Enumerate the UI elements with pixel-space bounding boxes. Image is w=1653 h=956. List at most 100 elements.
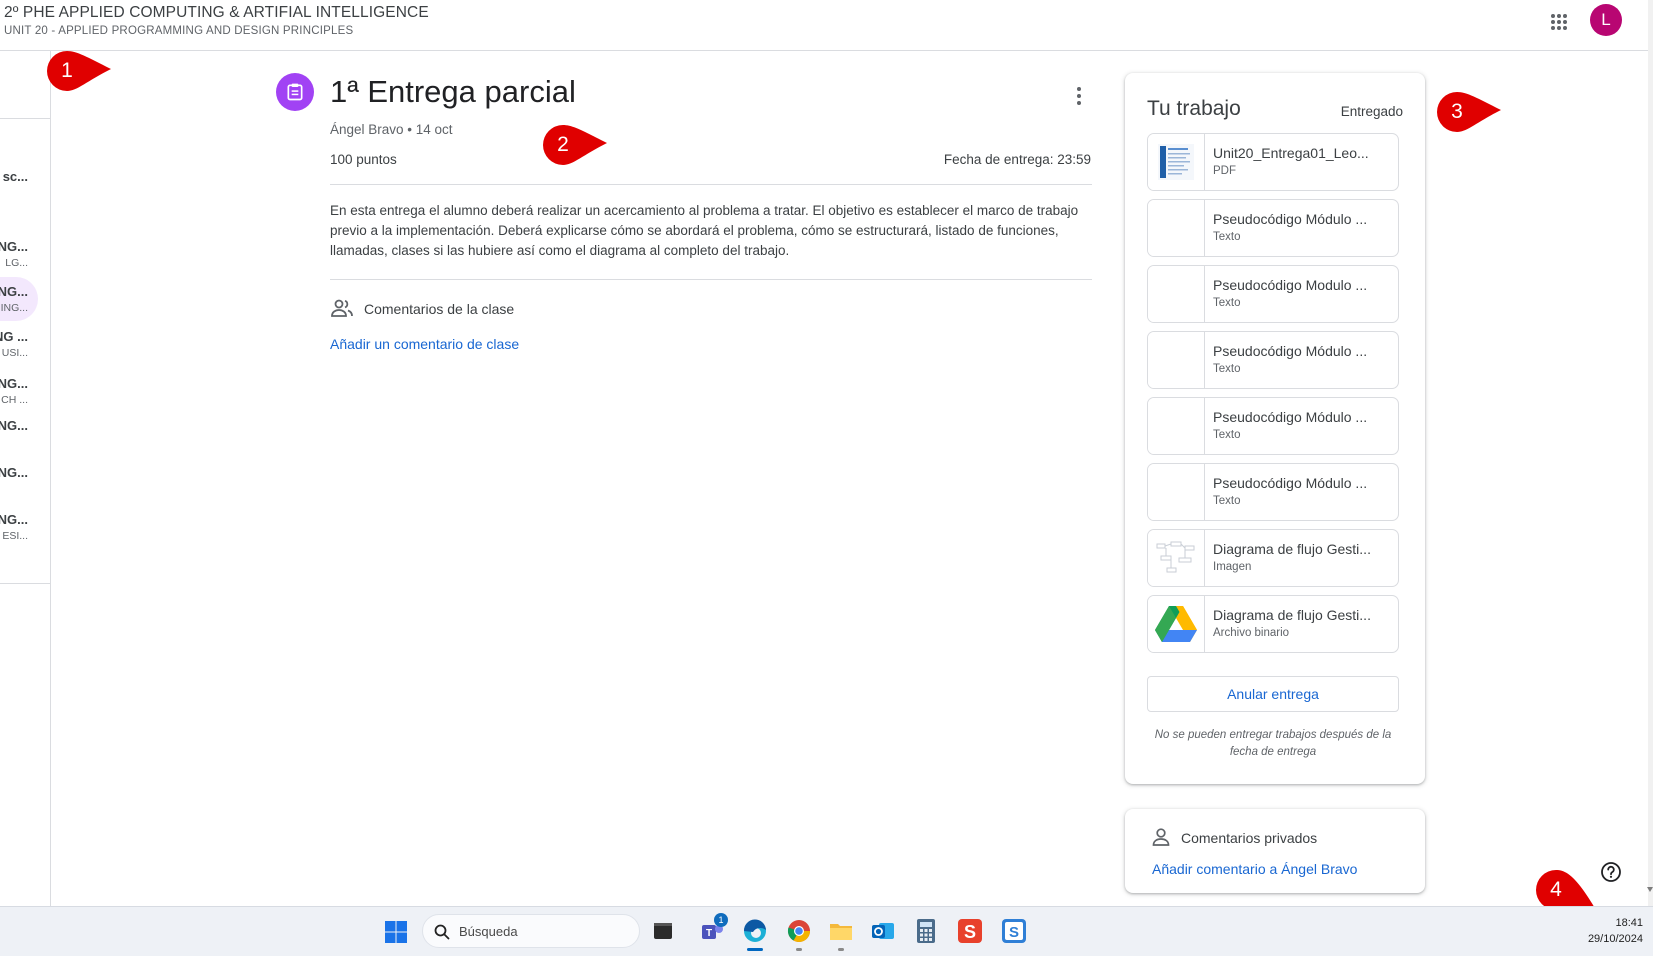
sidebar-item-label: NG... [0, 465, 28, 480]
class-comments-header: Comentarios de la clase [330, 298, 514, 320]
app-s-red-icon[interactable]: S [955, 916, 985, 946]
sidebar-item-sublabel: USI... [1, 347, 28, 359]
attachment-item[interactable]: Diagrama de flujo Gesti... Archivo binar… [1147, 595, 1399, 653]
sidebar-item-sublabel: ING... [0, 302, 28, 314]
sidebar-divider [0, 583, 50, 584]
attachment-name: Pseudocódigo Módulo ... [1213, 343, 1368, 359]
attachment-item[interactable]: Pseudocódigo Módulo ... Texto [1147, 397, 1399, 455]
marker-label: 3 [1451, 100, 1463, 123]
sidebar-item-label: NG... [0, 512, 28, 527]
attachment-name: Unit20_Entrega01_Leo... [1213, 145, 1369, 161]
class-comments-label: Comentarios de la clase [364, 301, 515, 317]
course-title[interactable]: 2º PHE APPLIED COMPUTING & ARTIFIAL INTE… [4, 4, 429, 22]
attachment-item[interactable]: Pseudocódigo Módulo ... Texto [1147, 463, 1399, 521]
attachment-item[interactable]: Diagrama de flujo Gesti... Imagen [1147, 529, 1399, 587]
help-icon[interactable] [1600, 861, 1622, 883]
clock-date: 29/10/2024 [1587, 933, 1643, 945]
assignment-due-date: Fecha de entrega: 23:59 [943, 152, 1091, 167]
running-app-indicator [838, 948, 844, 951]
unsubmit-button[interactable]: Anular entrega [1147, 676, 1399, 712]
sidebar-item-1[interactable]: sc... [0, 169, 50, 189]
classroom-page: 2º PHE APPLIED COMPUTING & ARTIFIAL INTE… [0, 0, 1653, 956]
divider [330, 279, 1092, 280]
annotation-marker-2: 2 [543, 125, 607, 165]
sidebar-item-label: NG... [0, 239, 28, 254]
taskbar-search[interactable]: Búsqueda [422, 914, 640, 948]
sidebar-item-sublabel: ESI... [2, 530, 28, 542]
app-s-blue-icon[interactable]: S [999, 916, 1029, 946]
people-icon [330, 298, 354, 321]
sidebar-item-label: sc... [2, 169, 28, 184]
image-thumbnail [1148, 530, 1205, 586]
pdf-thumbnail [1148, 134, 1205, 190]
sidebar-item-8[interactable]: NG... ESI... [0, 505, 50, 549]
attachment-item[interactable]: Pseudocódigo Módulo ... Texto [1147, 331, 1399, 389]
terminal-icon[interactable] [648, 916, 678, 946]
sidebar-item-label: NG ... [0, 329, 28, 344]
attachment-name: Diagrama de flujo Gesti... [1213, 541, 1371, 557]
divider [330, 184, 1092, 185]
assignment-points: 100 puntos [330, 152, 397, 167]
annotation-marker-3: 3 [1437, 92, 1501, 132]
chrome-icon[interactable] [784, 916, 814, 951]
grid-apps-icon[interactable] [1547, 10, 1571, 34]
blank-thumbnail [1148, 464, 1205, 520]
running-app-indicator [796, 948, 802, 951]
add-class-comment-link[interactable]: Añadir un comentario de clase [330, 336, 519, 352]
sidebar-item-5[interactable]: NG... CH ... [0, 369, 50, 413]
file-explorer-icon[interactable] [826, 916, 856, 951]
blank-thumbnail [1148, 200, 1205, 256]
calculator-icon[interactable] [911, 916, 941, 946]
avatar[interactable]: L [1590, 4, 1622, 36]
assignment-icon [276, 73, 314, 111]
svg-text:S: S [964, 922, 976, 942]
attachment-type: Texto [1213, 363, 1241, 375]
attachment-type: Imagen [1213, 561, 1252, 573]
marker-label: 1 [61, 59, 73, 82]
sidebar-divider [0, 118, 50, 119]
add-private-comment-link[interactable]: Añadir comentario a Ángel Bravo [1152, 861, 1357, 877]
windows-start-icon[interactable] [384, 920, 408, 944]
system-clock[interactable]: 18:41 29/10/2024 [1588, 915, 1643, 947]
sidebar-item-sublabel: LG... [5, 257, 28, 269]
outlook-icon[interactable] [868, 916, 898, 946]
more-vert-icon[interactable] [1067, 82, 1091, 110]
marker-label: 4 [1550, 878, 1562, 901]
attachment-item[interactable]: Pseudocódigo Modulo ... Texto [1147, 265, 1399, 323]
sidebar-item-7[interactable]: NG... [0, 465, 50, 485]
attachment-name: Pseudocódigo Modulo ... [1213, 277, 1368, 293]
late-submission-note: No se pueden entregar trabajos después d… [1154, 729, 1392, 758]
sidebar-item-6[interactable]: NG... [0, 418, 50, 438]
status-badge: Entregado [1340, 104, 1403, 119]
notification-badge: 1 [714, 913, 728, 927]
assignment-description: En esta entrega el alumno deberá realiza… [330, 203, 1079, 258]
attachment-name: Diagrama de flujo Gesti... [1213, 607, 1371, 623]
attachment-item[interactable]: Unit20_Entrega01_Leo... PDF [1147, 133, 1399, 191]
clock-time: 18:41 [1615, 917, 1643, 929]
attachment-type: Archivo binario [1213, 627, 1290, 639]
assignment-title: 1ª Entrega parcial [330, 74, 576, 109]
attachment-type: Texto [1213, 429, 1241, 441]
course-subtitle: UNIT 20 - APPLIED PROGRAMMING AND DESIGN… [4, 25, 354, 37]
sidebar-item-2[interactable]: NG... LG... [0, 232, 50, 276]
google-drive-icon [1148, 596, 1205, 652]
sidebar-item-label: NG... [0, 418, 28, 433]
vertical-scrollbar[interactable] [1648, 0, 1653, 906]
sidebar-item-label: NG... [0, 376, 28, 391]
sidebar-item-label: NG... [0, 284, 28, 299]
sidebar: sc... NG... LG... NG... ING... NG ... US… [0, 51, 51, 906]
attachment-type: Texto [1213, 231, 1241, 243]
svg-text:S: S [1009, 924, 1019, 941]
teams-icon[interactable]: T 1 [698, 913, 728, 946]
search-placeholder: Búsqueda [459, 924, 518, 939]
sidebar-item-4[interactable]: NG ... USI... [0, 322, 50, 366]
person-icon [1151, 827, 1171, 850]
blank-thumbnail [1148, 266, 1205, 322]
attachment-name: Pseudocódigo Módulo ... [1213, 409, 1368, 425]
scroll-down-arrow-icon[interactable] [1647, 887, 1653, 892]
sidebar-item-3-active[interactable]: NG... ING... [0, 277, 38, 321]
attachment-name: Pseudocódigo Módulo ... [1213, 475, 1368, 491]
edge-icon[interactable] [740, 916, 770, 951]
your-work-card: Tu trabajo Entregado Unit20_Entrega01_Le… [1125, 73, 1425, 784]
attachment-item[interactable]: Pseudocódigo Módulo ... Texto [1147, 199, 1399, 257]
